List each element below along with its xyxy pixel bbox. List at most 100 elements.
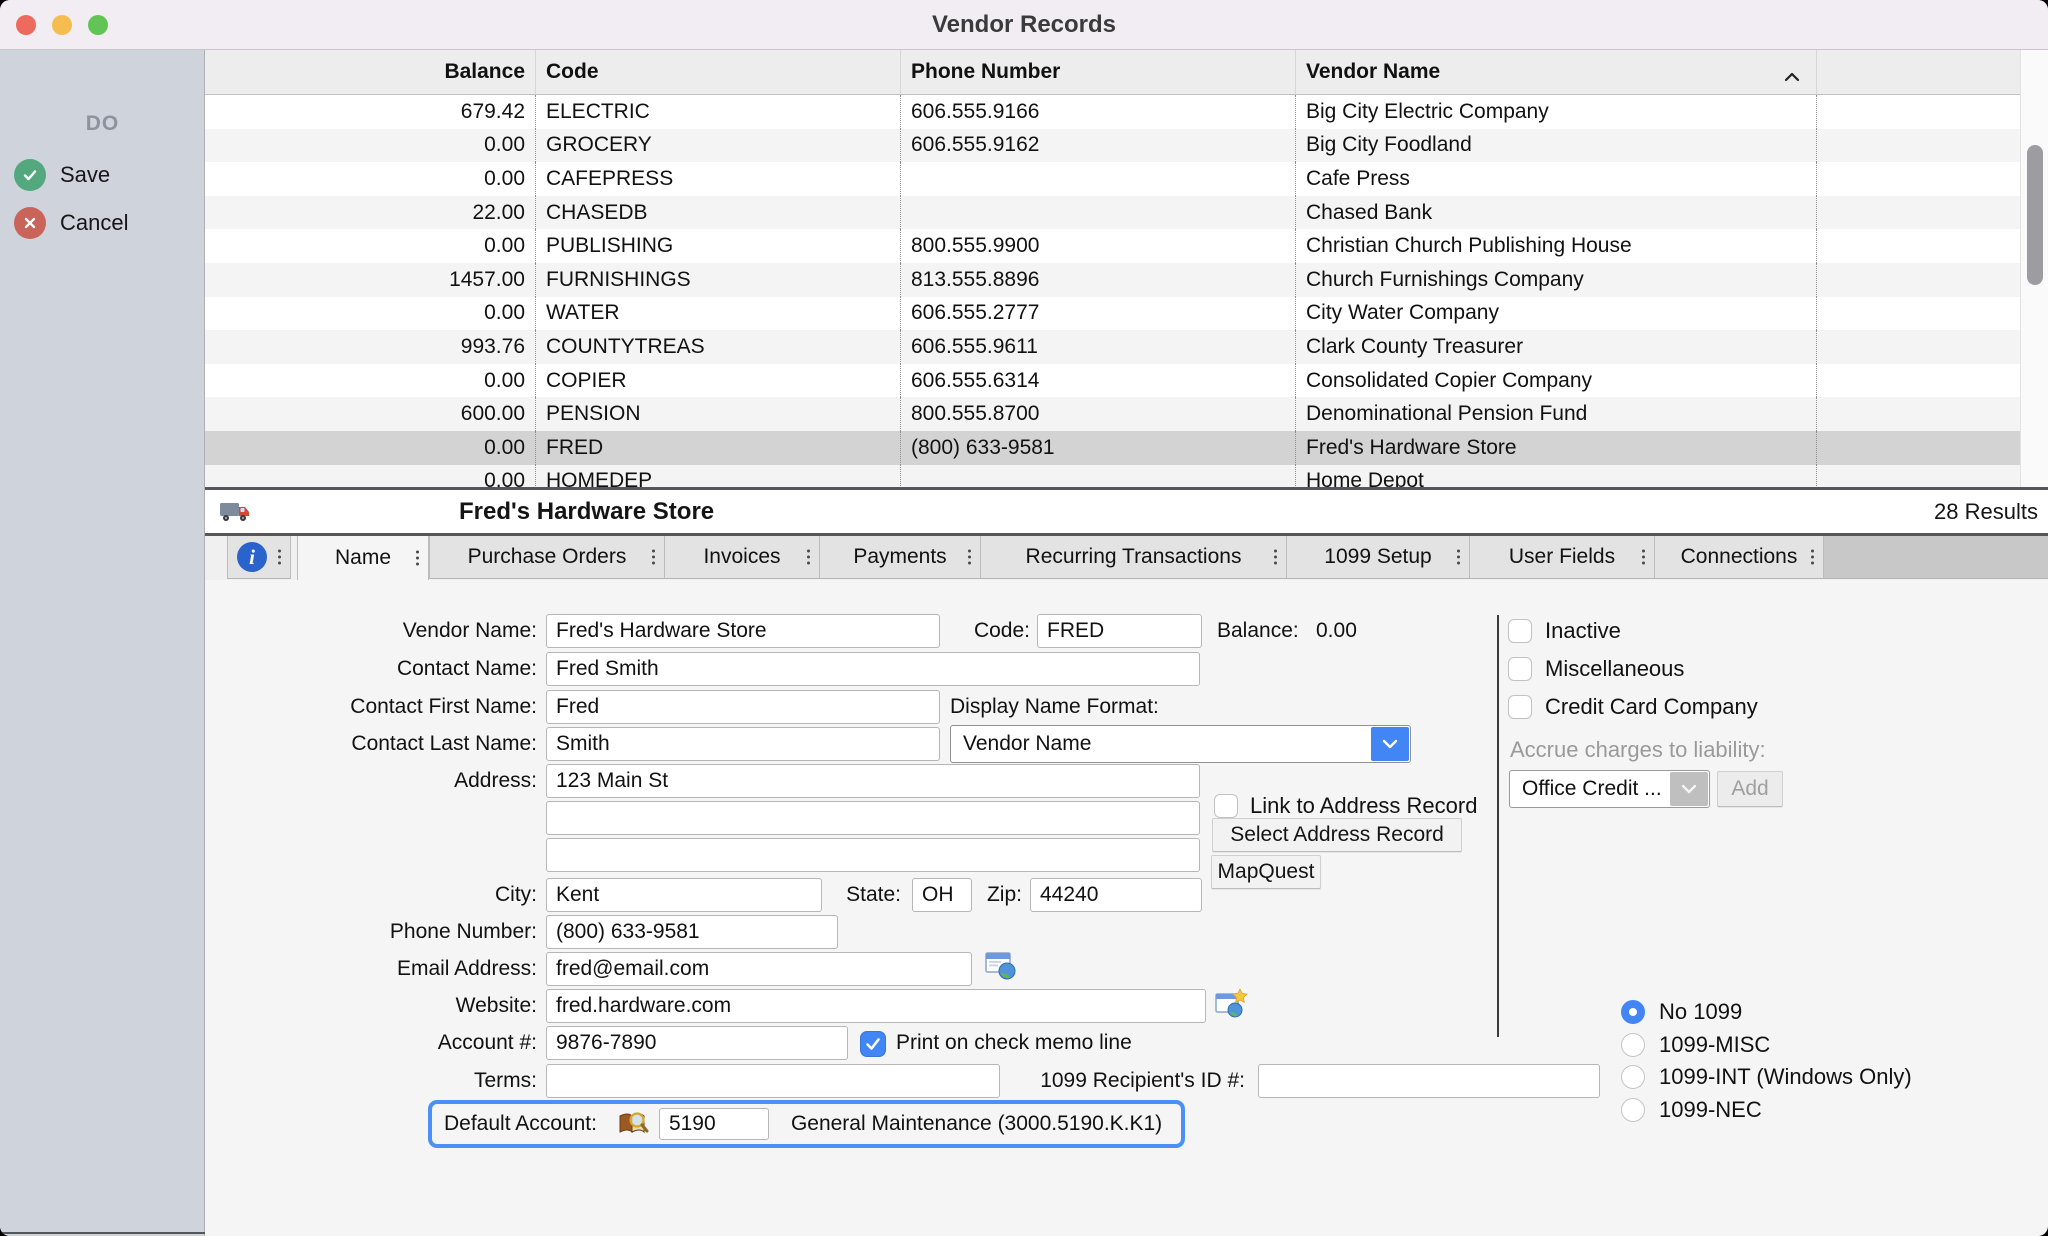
chevron-down-icon[interactable] [1371, 727, 1409, 761]
tab-menu-icon[interactable] [652, 550, 655, 565]
tab-menu-icon[interactable] [416, 551, 419, 566]
table-row[interactable]: 22.00 CHASEDB Chased Bank [205, 196, 2020, 230]
1099-misc-radio[interactable] [1621, 1033, 1645, 1057]
cell-vendor: Big City Foodland [1296, 129, 1817, 163]
credit-card-company-checkbox[interactable] [1508, 695, 1532, 719]
website-label: Website: [205, 989, 537, 1023]
phone-number-input[interactable] [546, 915, 838, 949]
table-row[interactable]: 679.42 ELECTRIC 606.555.9166 Big City El… [205, 95, 2020, 129]
table-row[interactable]: 0.00 COPIER 606.555.6314 Consolidated Co… [205, 364, 2020, 398]
table-row[interactable]: 0.00 CAFEPRESS Cafe Press [205, 162, 2020, 196]
account-lookup-icon[interactable] [617, 1110, 649, 1138]
vendor-name-label: Vendor Name: [205, 614, 537, 648]
liability-dropdown-value: Office Credit ... [1522, 771, 1662, 807]
tab-connections[interactable]: Connections [1655, 536, 1824, 579]
miscellaneous-checkbox[interactable] [1508, 657, 1532, 681]
cell-phone: 813.555.8896 [901, 263, 1296, 297]
column-header-phone[interactable]: Phone Number [901, 50, 1296, 94]
link-address-checkbox[interactable] [1214, 794, 1238, 818]
tab-menu-icon[interactable] [807, 550, 810, 565]
contact-first-name-input[interactable] [546, 690, 940, 724]
tab-menu-icon[interactable] [1274, 550, 1277, 565]
open-website-icon[interactable] [1214, 988, 1248, 1025]
default-account-input[interactable] [659, 1108, 769, 1140]
sort-ascending-icon [1784, 64, 1800, 88]
table-row[interactable]: 0.00 WATER 606.555.2777 City Water Compa… [205, 297, 2020, 331]
address-line2-input[interactable] [546, 801, 1200, 835]
contact-name-input[interactable] [546, 652, 1200, 686]
send-email-icon[interactable] [984, 951, 1018, 988]
tab-purchase-orders[interactable]: Purchase Orders [429, 536, 665, 579]
record-header: Fred's Hardware Store 28 Results [205, 490, 2048, 533]
tab-menu-icon[interactable] [1811, 550, 1814, 565]
city-input[interactable] [546, 878, 822, 912]
cell-code: CAFEPRESS [536, 162, 901, 196]
phone-number-label: Phone Number: [205, 915, 537, 949]
tab-menu-icon[interactable] [1457, 550, 1460, 565]
mapquest-button[interactable]: MapQuest [1211, 855, 1321, 889]
table-row[interactable]: 1457.00 FURNISHINGS 813.555.8896 Church … [205, 263, 2020, 297]
tab-user-fields[interactable]: User Fields [1470, 536, 1655, 579]
tab-payments[interactable]: Payments [820, 536, 981, 579]
scrollbar-thumb[interactable] [2027, 145, 2043, 285]
table-row[interactable]: 0.00 PUBLISHING 800.555.9900 Christian C… [205, 229, 2020, 263]
tab-invoices[interactable]: Invoices [665, 536, 820, 579]
tab-menu-icon[interactable] [968, 550, 971, 565]
tab-menu-icon[interactable] [278, 550, 281, 565]
sidebar-section-label: DO [0, 112, 205, 136]
table-row[interactable]: 993.76 COUNTYTREAS 606.555.9611 Clark Co… [205, 330, 2020, 364]
state-label: State: [836, 878, 901, 912]
sidebar: DO Save Cancel « Collapse [0, 50, 205, 1236]
column-header-vendor-name[interactable]: Vendor Name [1296, 50, 1817, 94]
inactive-checkbox[interactable] [1508, 619, 1532, 643]
1099-int-radio[interactable] [1621, 1065, 1645, 1089]
print-on-check-checkbox[interactable] [860, 1031, 886, 1057]
website-input[interactable] [546, 989, 1206, 1023]
1099-nec-radio[interactable] [1621, 1098, 1645, 1122]
zip-input[interactable] [1030, 878, 1202, 912]
contact-last-name-input[interactable] [546, 727, 940, 761]
email-address-input[interactable] [546, 952, 972, 986]
no-1099-radio[interactable] [1621, 1000, 1645, 1024]
liability-dropdown[interactable]: Office Credit ... [1509, 770, 1710, 808]
tab-label: Purchase Orders [468, 545, 627, 569]
cell-balance: 0.00 [205, 431, 536, 465]
select-address-record-button[interactable]: Select Address Record [1212, 818, 1462, 852]
table-row[interactable]: 0.00 GROCERY 606.555.9162 Big City Foodl… [205, 129, 2020, 163]
address-line1-input[interactable] [546, 764, 1200, 798]
tab-name[interactable]: Name [297, 536, 429, 580]
vendor-table-header: Balance Code Phone Number Vendor Name [205, 50, 2020, 95]
table-row[interactable]: 600.00 PENSION 800.555.8700 Denomination… [205, 397, 2020, 431]
tab-1099-setup[interactable]: 1099 Setup [1287, 536, 1470, 579]
terms-input[interactable] [546, 1064, 1000, 1098]
panel-divider [1497, 615, 1499, 1037]
tab-menu-icon[interactable] [1642, 550, 1645, 565]
code-input[interactable] [1037, 614, 1202, 648]
state-input[interactable] [912, 878, 972, 912]
tab-label: Payments [853, 545, 946, 569]
print-on-check-label: Print on check memo line [896, 1026, 1132, 1060]
1099-misc-label: 1099-MISC [1659, 1028, 1770, 1062]
chevron-down-icon[interactable] [1670, 772, 1708, 806]
column-header-balance[interactable]: Balance [205, 50, 536, 94]
cell-balance: 22.00 [205, 196, 536, 230]
cell-code: COUNTYTREAS [536, 330, 901, 364]
account-number-input[interactable] [546, 1026, 848, 1060]
address-label: Address: [205, 764, 537, 798]
cancel-button[interactable]: Cancel [0, 206, 205, 240]
table-row-selected[interactable]: 0.00 FRED (800) 633-9581 Fred's Hardware… [205, 431, 2020, 465]
vendor-name-input[interactable] [546, 614, 940, 648]
address-line3-input[interactable] [546, 838, 1200, 872]
add-liability-button[interactable]: Add [1717, 771, 1783, 807]
column-header-code[interactable]: Code [536, 50, 901, 94]
save-check-icon [14, 159, 46, 191]
tab-info[interactable]: i [227, 536, 291, 579]
display-name-format-dropdown[interactable]: Vendor Name [950, 725, 1411, 763]
recipient-id-input[interactable] [1258, 1064, 1600, 1098]
save-button[interactable]: Save [0, 158, 205, 192]
sidebar-divider [0, 1232, 205, 1234]
vendor-records-window: Vendor Records DO Save Cancel « Collapse… [0, 0, 2048, 1236]
tab-recurring-transactions[interactable]: Recurring Transactions [981, 536, 1287, 579]
table-scrollbar[interactable] [2020, 50, 2048, 490]
cell-code: PUBLISHING [536, 229, 901, 263]
